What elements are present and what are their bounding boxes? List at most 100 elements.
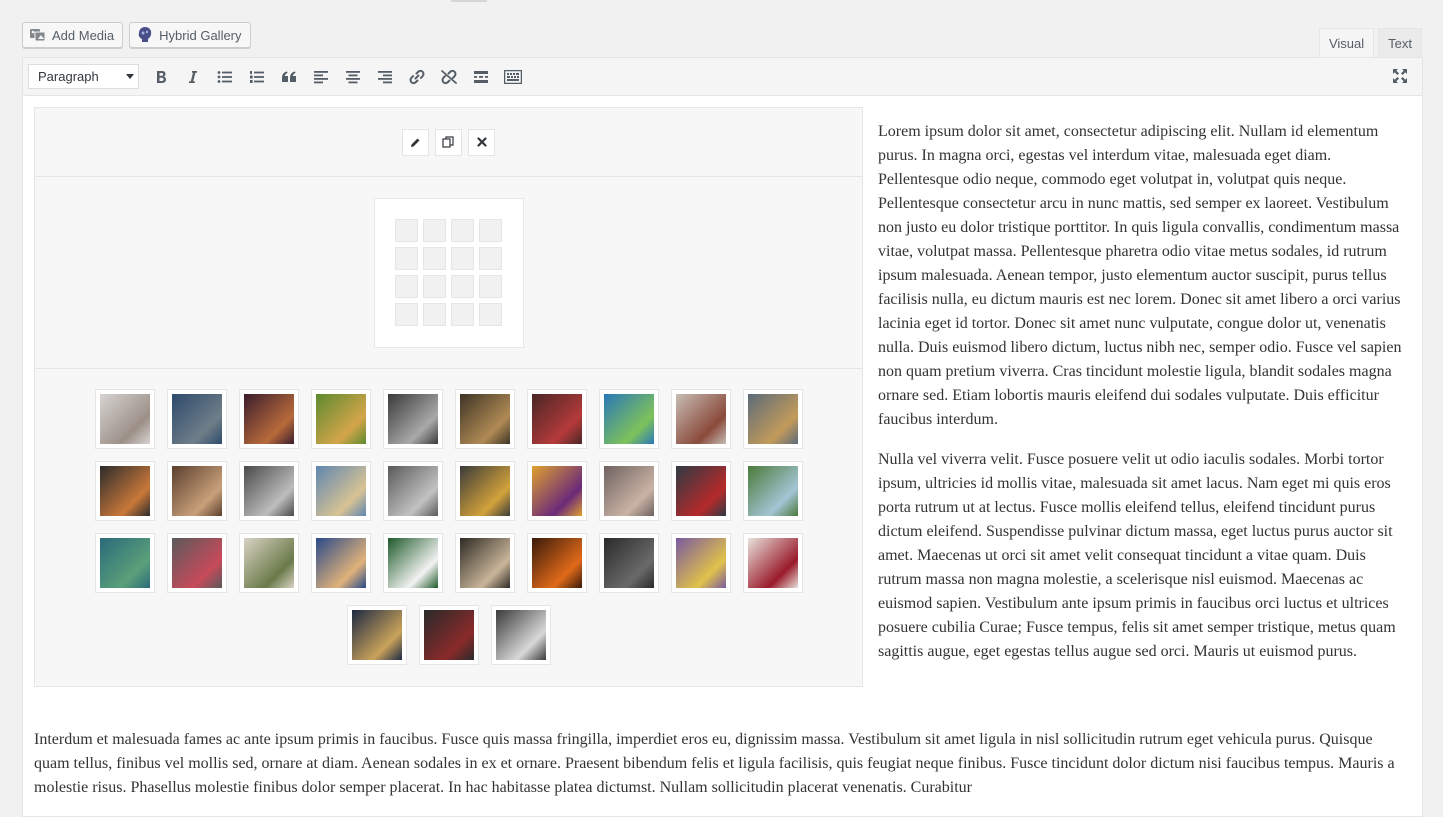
thumbnail-image: [171, 394, 222, 444]
fullscreen-icon: [1393, 69, 1407, 83]
gallery-thumbnail[interactable]: [238, 533, 299, 593]
thumbnail-image: [315, 394, 366, 444]
gallery-preview: [35, 177, 862, 369]
read-more-button[interactable]: [465, 62, 497, 92]
thumbnail-row: [35, 605, 862, 665]
thumbnail-image: [171, 538, 222, 588]
numbered-list-button[interactable]: [241, 62, 273, 92]
remove-link-button[interactable]: [433, 62, 465, 92]
copy-icon: [442, 135, 454, 148]
gallery-thumbnail[interactable]: [238, 461, 299, 521]
unlink-icon: [441, 69, 457, 84]
gallery-thumbnail[interactable]: [382, 389, 443, 449]
gallery-thumbnail[interactable]: [598, 533, 659, 593]
thumbnail-image: [315, 466, 366, 516]
hybrid-gallery-label: Hybrid Gallery: [159, 27, 242, 43]
bold-button[interactable]: [145, 62, 177, 92]
gallery-thumbnail[interactable]: [598, 461, 659, 521]
thumbnail-row: [35, 461, 862, 521]
thumbnail-image: [603, 466, 654, 516]
gallery-thumbnail[interactable]: [454, 461, 515, 521]
gallery-grid-icon: [373, 197, 524, 348]
chevron-down-icon: [126, 74, 134, 79]
keyboard-icon: [504, 69, 522, 84]
gallery-thumbnail[interactable]: [742, 533, 803, 593]
bold-icon: [157, 70, 166, 83]
thumbnail-image: [747, 466, 798, 516]
gallery-thumbnail[interactable]: [94, 389, 155, 449]
thumbnail-image: [315, 538, 366, 588]
insert-link-button[interactable]: [401, 62, 433, 92]
editor: Paragraph Lorem ipsum dolor sit amet, co…: [22, 57, 1423, 817]
thumbnail-image: [675, 466, 726, 516]
gallery-thumbnail[interactable]: [742, 461, 803, 521]
align-right-button[interactable]: [369, 62, 401, 92]
quote-icon: [282, 71, 296, 82]
hybrid-gallery-button[interactable]: Hybrid Gallery: [129, 22, 251, 48]
bullet-list-button[interactable]: [209, 62, 241, 92]
gallery-thumbnail[interactable]: [454, 389, 515, 449]
gallery-thumbnail[interactable]: [310, 461, 371, 521]
thumbnail-image: [423, 610, 474, 660]
align-center-button[interactable]: [337, 62, 369, 92]
duplicate-gallery-button[interactable]: [435, 128, 462, 156]
gallery-thumbnail[interactable]: [94, 533, 155, 593]
gallery-thumbnail[interactable]: [670, 461, 731, 521]
gallery-thumbnail[interactable]: [526, 389, 587, 449]
blockquote-button[interactable]: [273, 62, 305, 92]
italic-button[interactable]: [177, 62, 209, 92]
gallery-thumbnail[interactable]: [310, 389, 371, 449]
gallery-thumbnail[interactable]: [670, 533, 731, 593]
tab-text[interactable]: Text: [1378, 28, 1422, 57]
thumbnail-row: [35, 533, 862, 593]
gallery-thumbnail[interactable]: [382, 533, 443, 593]
add-media-button[interactable]: Add Media: [22, 22, 124, 48]
italic-icon: [189, 70, 197, 83]
align-center-icon: [346, 70, 360, 83]
thumbnail-row: [35, 389, 862, 449]
gallery-thumbnail[interactable]: [598, 389, 659, 449]
thumbnail-image: [747, 394, 798, 444]
remove-gallery-button[interactable]: [468, 128, 495, 156]
thumbnail-image: [99, 394, 150, 444]
gallery-thumbnails: [35, 369, 862, 665]
gallery-thumbnail[interactable]: [94, 461, 155, 521]
media-buttons: Add Media Hybrid Gallery: [22, 22, 251, 48]
gallery-plugin-icon: [136, 26, 154, 44]
gallery-thumbnail[interactable]: [742, 389, 803, 449]
align-left-icon: [314, 70, 328, 83]
gallery-thumbnail[interactable]: [526, 533, 587, 593]
toolbar-toggle-button[interactable]: [497, 62, 529, 92]
thumbnail-image: [531, 538, 582, 588]
thumbnail-image: [531, 466, 582, 516]
pencil-icon: [411, 138, 420, 147]
fullscreen-button[interactable]: [1390, 66, 1410, 86]
gallery-thumbnail[interactable]: [346, 605, 407, 665]
gallery-thumbnail[interactable]: [382, 461, 443, 521]
thumbnail-image: [387, 538, 438, 588]
align-left-button[interactable]: [305, 62, 337, 92]
thumbnail-image: [675, 538, 726, 588]
gallery-thumbnail[interactable]: [490, 605, 551, 665]
gallery-thumbnail[interactable]: [238, 389, 299, 449]
gallery-thumbnail[interactable]: [454, 533, 515, 593]
gallery-thumbnail[interactable]: [526, 461, 587, 521]
thumbnail-image: [99, 538, 150, 588]
gallery-block[interactable]: [34, 107, 863, 687]
gallery-thumbnail[interactable]: [166, 389, 227, 449]
edit-gallery-button[interactable]: [402, 128, 429, 156]
bottom-text[interactable]: Interdum et malesuada fames ac ante ipsu…: [34, 728, 1404, 800]
gallery-thumbnail[interactable]: [166, 461, 227, 521]
paragraph: Lorem ipsum dolor sit amet, consectetur …: [878, 123, 1402, 428]
side-text[interactable]: Lorem ipsum dolor sit amet, consectetur …: [878, 120, 1413, 680]
gallery-thumbnail[interactable]: [418, 605, 479, 665]
gallery-thumbnail[interactable]: [166, 533, 227, 593]
tab-visual[interactable]: Visual: [1318, 28, 1375, 58]
gallery-thumbnail[interactable]: [670, 389, 731, 449]
format-select[interactable]: Paragraph: [28, 64, 139, 89]
thumbnail-image: [747, 538, 798, 588]
bullet-list-icon: [217, 70, 232, 83]
close-icon: [476, 137, 487, 147]
media-icon: [29, 26, 47, 44]
gallery-thumbnail[interactable]: [310, 533, 371, 593]
